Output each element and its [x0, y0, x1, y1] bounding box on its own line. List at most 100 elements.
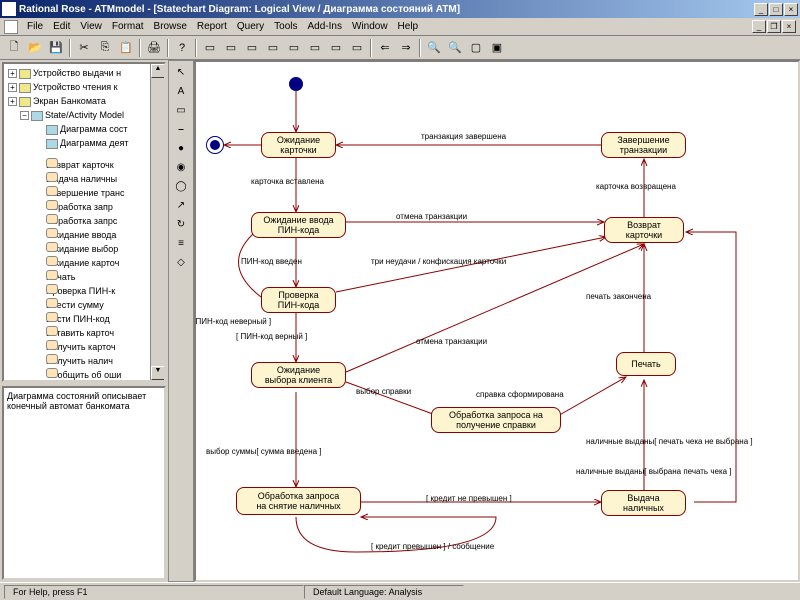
diagram-icon[interactable]: ▭ [284, 38, 304, 58]
pointer-tool[interactable]: ↖ [171, 63, 191, 81]
initial-state[interactable] [289, 77, 303, 91]
self-tool[interactable]: ↻ [171, 215, 191, 233]
diagram-canvas[interactable]: Ожидание карточки Завершение транзакции … [194, 60, 800, 582]
state-print[interactable]: Печать [616, 352, 676, 376]
menu-file[interactable]: File [22, 21, 48, 32]
nav-fwd[interactable]: ⇒ [396, 38, 416, 58]
diagram-icon[interactable]: ▭ [263, 38, 283, 58]
diagram-icon[interactable]: ▭ [305, 38, 325, 58]
help-button[interactable]: ? [172, 38, 192, 58]
transition-label[interactable]: карточка вставлена [251, 177, 324, 186]
text-tool[interactable]: A [171, 82, 191, 100]
tree-expander[interactable]: + [8, 69, 17, 78]
transition-label[interactable]: три неудачи / конфискация карточки [371, 257, 506, 266]
start-tool[interactable]: ◉ [171, 158, 191, 176]
tree-expander[interactable]: + [8, 83, 17, 92]
transition-label[interactable]: справка сформирована [476, 390, 564, 399]
menu-browse[interactable]: Browse [149, 21, 192, 32]
decision-tool[interactable]: ◇ [171, 253, 191, 271]
state-icon [46, 214, 58, 224]
nav-back[interactable]: ⇐ [375, 38, 395, 58]
transition-tool[interactable]: ↗ [171, 196, 191, 214]
state-return-card[interactable]: Возврат карточки [604, 217, 684, 243]
model-tree[interactable]: + Устройство выдачи н + Устройство чтения … [4, 64, 164, 382]
menu-window[interactable]: Window [347, 21, 393, 32]
transition-label[interactable]: карточка возвращена [596, 182, 676, 191]
print-button[interactable]: 🖨 [144, 38, 164, 58]
diagram-icon[interactable]: ▭ [242, 38, 262, 58]
transition-label[interactable]: отмена транзакции [396, 212, 467, 221]
zoom-full[interactable]: ▣ [487, 38, 507, 58]
end-tool[interactable]: ◯ [171, 177, 191, 195]
diagram-icon[interactable]: ▭ [326, 38, 346, 58]
state-icon [46, 270, 58, 280]
tree-scrollbar[interactable]: ▲ ▼ [150, 64, 164, 380]
transition-label[interactable]: [ кредит превышен ] / сообщение [371, 542, 494, 551]
mdi-minimize[interactable]: _ [752, 20, 766, 33]
transition-label[interactable]: наличные выданы[ печать чека не выбрана … [586, 437, 753, 446]
state-dispense-cash[interactable]: Выдача наличных [601, 490, 686, 516]
minimize-button[interactable]: _ [754, 3, 768, 16]
zoom-out[interactable]: 🔍 [424, 38, 444, 58]
tree-expander[interactable]: + [8, 97, 17, 106]
zoom-fit[interactable]: ▢ [466, 38, 486, 58]
state-wait-choice[interactable]: Ожидание выбора клиента [251, 362, 346, 388]
state-tool[interactable]: ● [171, 139, 191, 157]
transition-label[interactable]: [ ПИН-код неверный ] [194, 317, 271, 326]
tree-item[interactable]: State/Activity Model [45, 110, 124, 120]
menu-edit[interactable]: Edit [48, 21, 75, 32]
copy-button[interactable]: ⎘ [95, 38, 115, 58]
menu-addins[interactable]: Add-Ins [303, 21, 347, 32]
menu-report[interactable]: Report [192, 21, 232, 32]
note-tool[interactable]: ▭ [171, 101, 191, 119]
diagram-icon[interactable]: ▭ [200, 38, 220, 58]
tree-panel[interactable]: + Устройство выдачи н + Устройство чтения … [2, 62, 166, 382]
diagram-icon[interactable]: ▭ [347, 38, 367, 58]
transition-label[interactable]: [ ПИН-код верный ] [236, 332, 307, 341]
tree-item[interactable]: Диаграмма деят [60, 138, 129, 148]
close-button[interactable]: × [784, 3, 798, 16]
open-button[interactable]: 📂 [25, 38, 45, 58]
transition-label[interactable]: ПИН-код введен [241, 257, 302, 266]
tree-item[interactable]: Устройство чтения к [33, 82, 118, 92]
state-process-inquiry[interactable]: Обработка запроса на получение справки [431, 407, 561, 433]
window-buttons: _ □ × [754, 3, 798, 16]
tree-item[interactable]: Устройство выдачи н [33, 68, 121, 78]
paste-button[interactable]: 📋 [116, 38, 136, 58]
transition-label[interactable]: печать закончена [586, 292, 651, 301]
description-panel[interactable]: Диаграмма состояний описывает конечный а… [2, 386, 166, 580]
state-transaction-end[interactable]: Завершение транзакции [601, 132, 686, 158]
state-check-pin[interactable]: Проверка ПИН-кода [261, 287, 336, 313]
menu-format[interactable]: Format [107, 21, 149, 32]
tree-expander[interactable]: − [20, 111, 29, 120]
state-icon [46, 228, 58, 238]
cut-button[interactable]: ✂ [74, 38, 94, 58]
tree-item[interactable]: Диаграмма сост [60, 124, 128, 134]
anchor-tool[interactable]: ⎯ [171, 120, 191, 138]
diagram-icon[interactable]: ▭ [221, 38, 241, 58]
maximize-button[interactable]: □ [769, 3, 783, 16]
menu-query[interactable]: Query [232, 21, 269, 32]
state-wait-card[interactable]: Ожидание карточки [261, 132, 336, 158]
scroll-down[interactable]: ▼ [151, 366, 165, 380]
menu-help[interactable]: Help [393, 21, 424, 32]
new-button[interactable]: 🗋 [4, 38, 24, 58]
scroll-up[interactable]: ▲ [151, 64, 165, 78]
state-process-withdrawal[interactable]: Обработка запроса на снятие наличных [236, 487, 361, 515]
transition-label[interactable]: отмена транзакции [416, 337, 487, 346]
menu-view[interactable]: View [75, 21, 107, 32]
tree-item[interactable]: Экран Банкомата [33, 96, 106, 106]
mdi-restore[interactable]: ❐ [767, 20, 781, 33]
menu-tools[interactable]: Tools [269, 21, 302, 32]
zoom-in[interactable]: 🔍 [445, 38, 465, 58]
transition-label[interactable]: транзакция завершена [421, 132, 506, 141]
sync-tool[interactable]: ≡ [171, 234, 191, 252]
transition-label[interactable]: [ кредит не превышен ] [426, 494, 512, 503]
mdi-close[interactable]: × [782, 20, 796, 33]
final-state[interactable] [206, 136, 224, 154]
transition-label[interactable]: выбор суммы[ сумма введена ] [206, 447, 322, 456]
state-wait-pin[interactable]: Ожидание ввода ПИН-кода [251, 212, 346, 238]
save-button[interactable]: 💾 [46, 38, 66, 58]
transition-label[interactable]: наличные выданы[ выбрана печать чека ] [576, 467, 732, 476]
transition-label[interactable]: выбор справки [356, 387, 411, 396]
